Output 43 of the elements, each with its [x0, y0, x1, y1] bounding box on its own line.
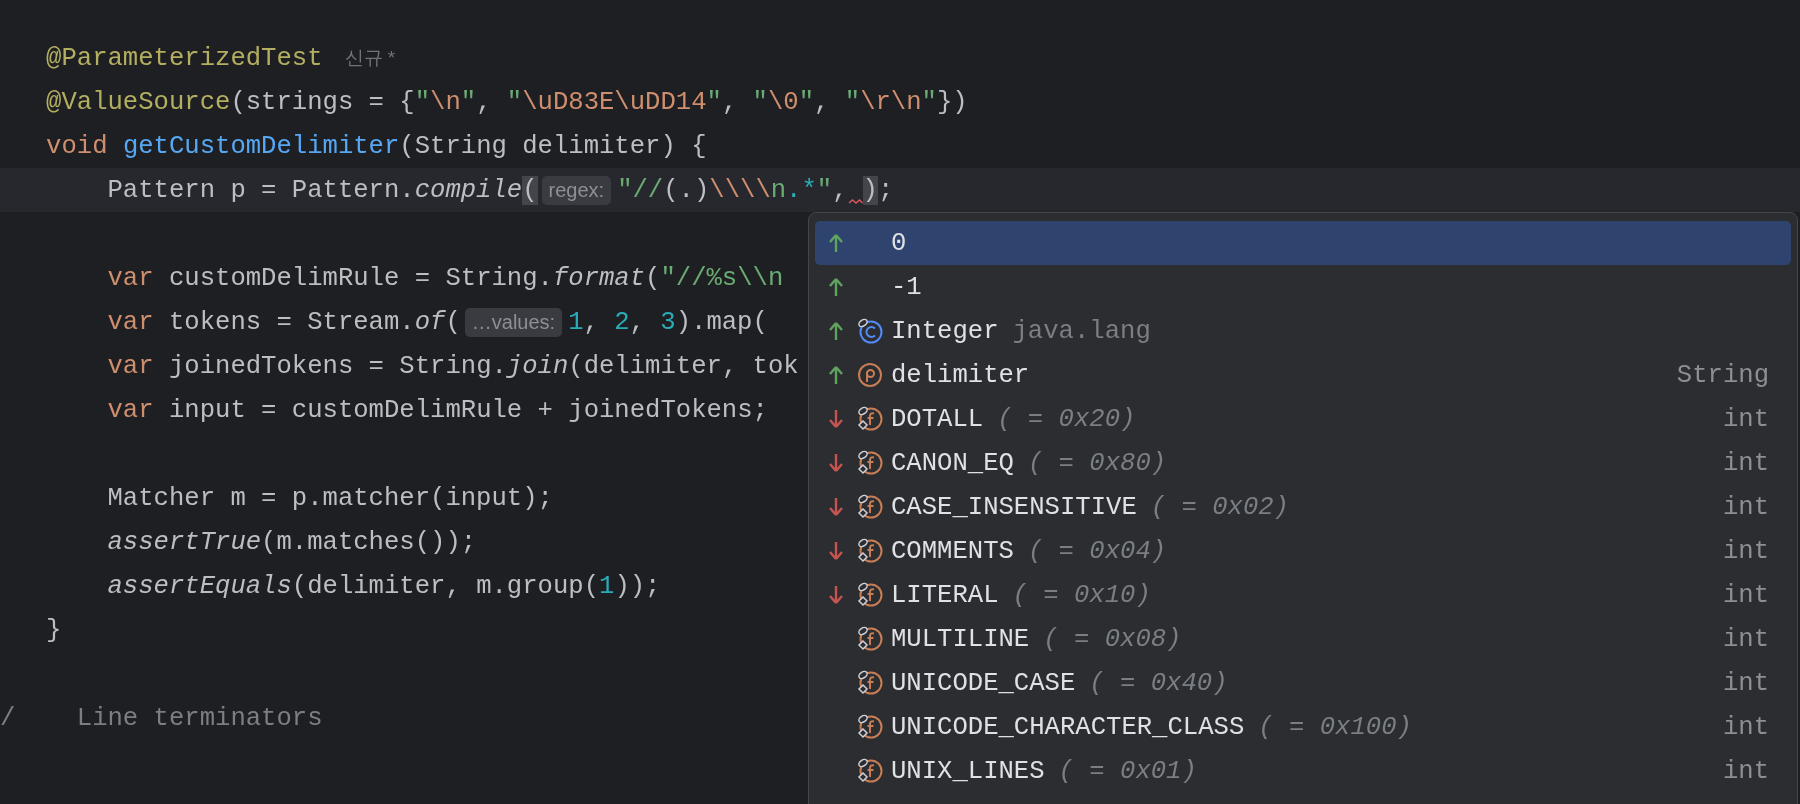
- code-text: var tokens = Stream.of(: [106, 307, 461, 337]
- code-text: / Line terminators: [0, 703, 323, 733]
- completion-item[interactable]: DOTALL ( = 0x20) int: [815, 397, 1791, 441]
- parameter-icon: [857, 362, 883, 388]
- static-field-icon: [857, 758, 883, 784]
- static-field-icon: [857, 450, 883, 476]
- code-text: "//(.)\\\\n.*",: [617, 175, 848, 205]
- inlay-hint: …values:: [464, 307, 563, 337]
- completion-item[interactable]: COMMENTS ( = 0x04) int: [815, 529, 1791, 573]
- code-text: Matcher m = p.matcher(input);: [106, 483, 553, 513]
- code-text: Pattern p = Pattern.compile(: [106, 175, 538, 205]
- code-text: assertEquals(delimiter, m.group(1));: [106, 571, 661, 601]
- code-text: @ParameterizedTest: [45, 43, 323, 73]
- inlay-hint: regex:: [541, 175, 612, 205]
- completion-item[interactable]: UNICODE_CHARACTER_CLASS ( = 0x100) int: [815, 705, 1791, 749]
- code-text: 1, 2, 3).map(: [568, 307, 768, 337]
- static-field-icon: [857, 582, 883, 608]
- code-text: var customDelimRule = String.format("//%s\\n: [106, 263, 784, 293]
- completion-item[interactable]: LITERAL ( = 0x10) int: [815, 573, 1791, 617]
- code-text: @ValueSource(strings = {"\n", "\uD83E\uDD14", "\0", "\r\n"}): [45, 87, 968, 117]
- completion-item[interactable]: Integer java.lang: [815, 309, 1791, 353]
- completion-item[interactable]: 0: [815, 221, 1791, 265]
- author-hint: 신규 *: [344, 46, 396, 70]
- code-text: void getCustomDelimiter(String delimiter) {: [45, 131, 707, 161]
- completion-item[interactable]: -1: [815, 265, 1791, 309]
- completion-item[interactable]: CANON_EQ ( = 0x80) int: [815, 441, 1791, 485]
- code-text: var input = customDelimRule + joinedTokens;: [106, 395, 768, 425]
- class-icon: [857, 318, 883, 344]
- completion-item[interactable]: MULTILINE ( = 0x08) int: [815, 617, 1791, 661]
- completion-item[interactable]: delimiter String: [815, 353, 1791, 397]
- code-text: assertTrue(m.matches());: [106, 527, 477, 557]
- code-text: }: [45, 615, 62, 645]
- static-field-icon: [857, 494, 883, 520]
- completion-item[interactable]: UNIX_LINES ( = 0x01) int: [815, 749, 1791, 793]
- static-field-icon: [857, 538, 883, 564]
- completion-item[interactable]: CASE_INSENSITIVE ( = 0x02) int: [815, 485, 1791, 529]
- completion-item[interactable]: UNICODE_CASE ( = 0x40) int: [815, 661, 1791, 705]
- code-text: var joinedTokens = String.join(delimiter, tok: [106, 351, 799, 381]
- static-field-icon: [857, 670, 883, 696]
- static-field-icon: [857, 714, 883, 740]
- error-squiggle-icon: [847, 199, 863, 204]
- static-field-icon: [857, 406, 883, 432]
- static-field-icon: [857, 626, 883, 652]
